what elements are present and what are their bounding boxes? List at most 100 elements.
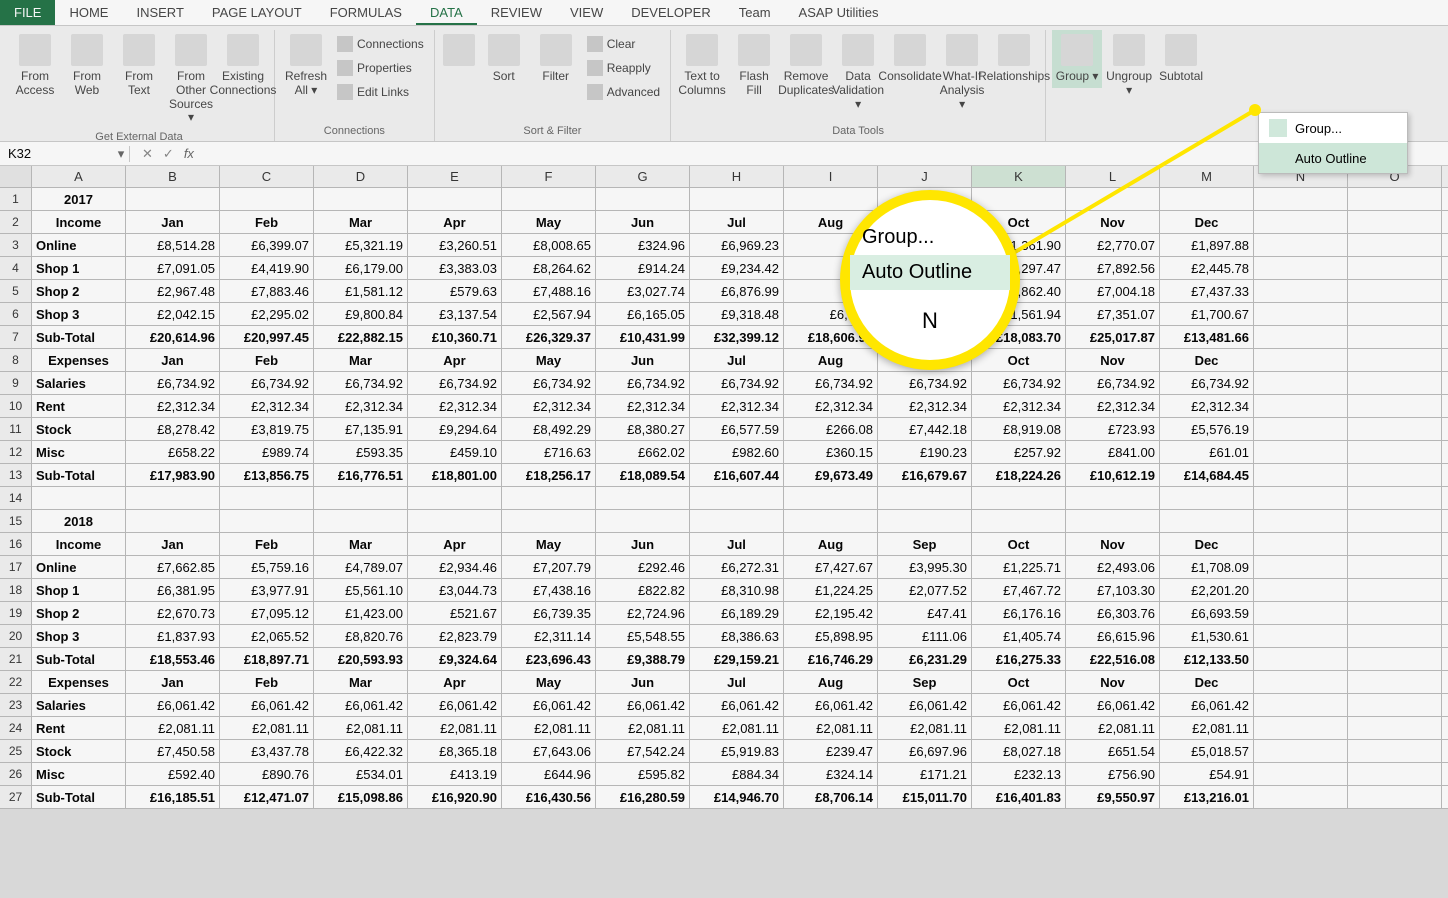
cell[interactable]: £190.23	[878, 441, 972, 463]
col-header-B[interactable]: B	[126, 166, 220, 187]
cell[interactable]: £2,312.34	[1160, 395, 1254, 417]
cell[interactable]	[1348, 717, 1442, 739]
cell[interactable]: £25,017.87	[1066, 326, 1160, 348]
cell[interactable]: Apr	[408, 211, 502, 233]
cell[interactable]: £6,189.29	[690, 602, 784, 624]
cell[interactable]: £6,422.32	[314, 740, 408, 762]
name-box[interactable]: K32▾	[0, 146, 130, 162]
btn-from-access[interactable]: From Access	[10, 30, 60, 102]
cell[interactable]: £2,770.07	[1066, 234, 1160, 256]
cell[interactable]: £7,103.30	[1066, 579, 1160, 601]
row-header-19[interactable]: 19	[0, 602, 32, 624]
cell[interactable]: £18,224.26	[972, 464, 1066, 486]
cell[interactable]: £534.01	[314, 763, 408, 785]
row-header-9[interactable]: 9	[0, 372, 32, 394]
cell[interactable]: £17,983.90	[126, 464, 220, 486]
row-header-26[interactable]: 26	[0, 763, 32, 785]
cell[interactable]: £6,061.42	[220, 694, 314, 716]
cell[interactable]: £2,670.73	[126, 602, 220, 624]
cell[interactable]: £2,081.11	[972, 717, 1066, 739]
cell[interactable]: £16,920.90	[408, 786, 502, 808]
cell[interactable]: May	[502, 671, 596, 693]
cell[interactable]: £989.74	[220, 441, 314, 463]
cell[interactable]	[1348, 625, 1442, 647]
cell[interactable]: £6,734.92	[220, 372, 314, 394]
cell[interactable]	[1254, 372, 1348, 394]
cell[interactable]	[878, 510, 972, 532]
cell[interactable]: £2,081.11	[596, 717, 690, 739]
fx-icon[interactable]: fx	[184, 146, 202, 162]
cell[interactable]: Online	[32, 234, 126, 256]
cell[interactable]: £521.67	[408, 602, 502, 624]
row-header-15[interactable]: 15	[0, 510, 32, 532]
cell[interactable]	[1348, 211, 1442, 233]
cell[interactable]	[1348, 671, 1442, 693]
cell[interactable]: £2,567.94	[502, 303, 596, 325]
cell[interactable]: Jun	[596, 349, 690, 371]
btn-flash-fill[interactable]: Flash Fill	[729, 30, 779, 102]
cell[interactable]: £1,224.25	[784, 579, 878, 601]
tab-asap-utilities[interactable]: ASAP Utilities	[785, 0, 893, 25]
cell[interactable]: Oct	[972, 533, 1066, 555]
row-header-20[interactable]: 20	[0, 625, 32, 647]
chevron-down-icon[interactable]: ▾	[113, 146, 129, 162]
col-header-D[interactable]: D	[314, 166, 408, 187]
col-header-G[interactable]: G	[596, 166, 690, 187]
cell[interactable]: £982.60	[690, 441, 784, 463]
cell[interactable]: May	[502, 533, 596, 555]
btn-ungroup-[interactable]: Ungroup ▾	[1104, 30, 1154, 102]
cell[interactable]: £2,312.34	[126, 395, 220, 417]
btn-advanced[interactable]: Advanced	[583, 82, 664, 102]
row-header-14[interactable]: 14	[0, 487, 32, 509]
cell[interactable]: £6,734.92	[690, 372, 784, 394]
cell[interactable]: £7,442.18	[878, 418, 972, 440]
col-header-K[interactable]: K	[972, 166, 1066, 187]
col-header-L[interactable]: L	[1066, 166, 1160, 187]
cell[interactable]	[1348, 372, 1442, 394]
cell[interactable]: £6,693.59	[1160, 602, 1254, 624]
cell[interactable]: £592.40	[126, 763, 220, 785]
cell[interactable]: £324.14	[784, 763, 878, 785]
btn-clear[interactable]: Clear	[583, 34, 664, 54]
cell[interactable]	[1254, 395, 1348, 417]
cell[interactable]: £10,431.99	[596, 326, 690, 348]
cell[interactable]: Misc	[32, 441, 126, 463]
cell[interactable]: Rent	[32, 717, 126, 739]
cell[interactable]: £9,388.79	[596, 648, 690, 670]
cell[interactable]: £7,004.18	[1066, 280, 1160, 302]
cell[interactable]: £5,898.95	[784, 625, 878, 647]
cell[interactable]	[314, 188, 408, 210]
cell[interactable]: £2,295.02	[220, 303, 314, 325]
cell[interactable]	[1348, 510, 1442, 532]
cell[interactable]: £6,615.96	[1066, 625, 1160, 647]
col-header-H[interactable]: H	[690, 166, 784, 187]
cell[interactable]: £6,734.92	[408, 372, 502, 394]
cell[interactable]: £32,399.12	[690, 326, 784, 348]
cell[interactable]: Jul	[690, 671, 784, 693]
cell[interactable]: £6,231.29	[878, 648, 972, 670]
cell[interactable]: £8,008.65	[502, 234, 596, 256]
menu-item-group[interactable]: Group...	[1259, 113, 1407, 143]
tab-view[interactable]: VIEW	[556, 0, 617, 25]
cell[interactable]: £3,995.30	[878, 556, 972, 578]
row-header-7[interactable]: 7	[0, 326, 32, 348]
cell[interactable]: £13,216.01	[1160, 786, 1254, 808]
cell[interactable]: Jan	[126, 349, 220, 371]
cell[interactable]: Expenses	[32, 671, 126, 693]
cell[interactable]: £6,176.16	[972, 602, 1066, 624]
cell[interactable]: £2,081.11	[784, 717, 878, 739]
cell[interactable]	[314, 510, 408, 532]
cell[interactable]	[1348, 487, 1442, 509]
cell[interactable]	[1348, 464, 1442, 486]
cell[interactable]: Jul	[690, 211, 784, 233]
cell[interactable]: £16,746.29	[784, 648, 878, 670]
cell[interactable]	[1066, 188, 1160, 210]
cell[interactable]	[1254, 211, 1348, 233]
tab-home[interactable]: HOME	[55, 0, 122, 25]
cell[interactable]: Sep	[878, 533, 972, 555]
cell[interactable]: Mar	[314, 349, 408, 371]
cell[interactable]: Aug	[784, 533, 878, 555]
cell[interactable]: £20,593.93	[314, 648, 408, 670]
cell[interactable]: £239.47	[784, 740, 878, 762]
cell[interactable]	[1348, 648, 1442, 670]
